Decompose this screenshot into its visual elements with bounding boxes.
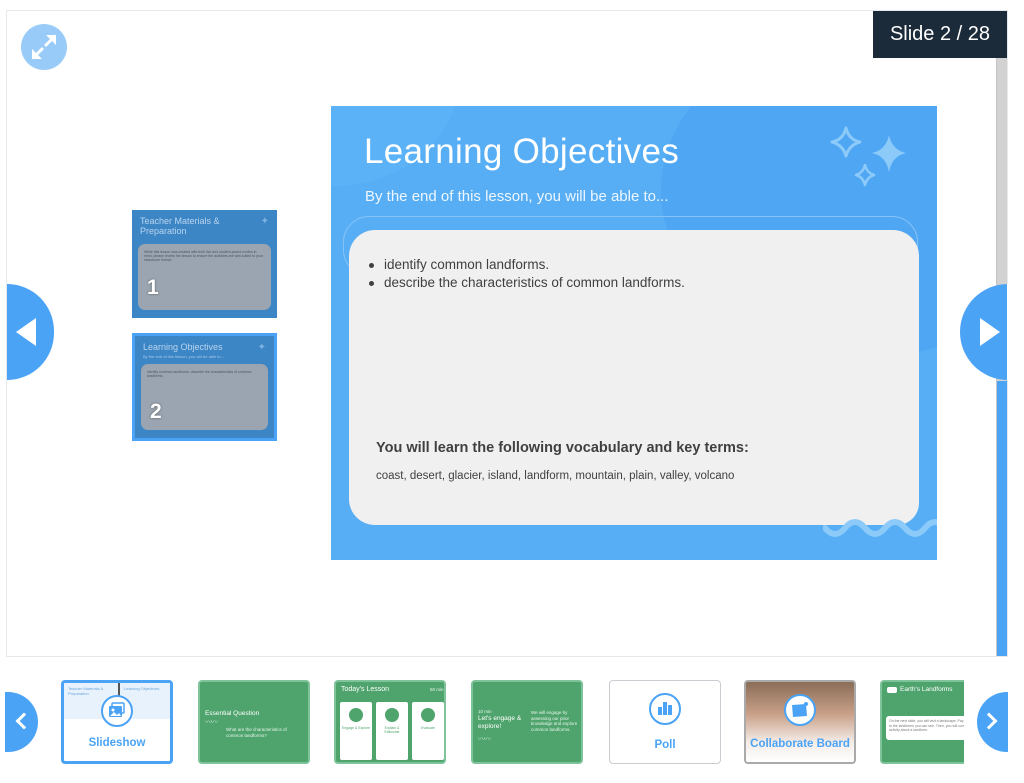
- thumbnail-number: 1: [147, 276, 159, 299]
- vocabulary-terms: coast, desert, glacier, island, landform…: [376, 470, 735, 482]
- board-icon: [784, 694, 816, 726]
- mini-title: Teacher Materials & Preparation: [68, 686, 104, 696]
- image-stack-icon: [101, 695, 133, 727]
- carousel-item-earths-landforms[interactable]: Earth's Landforms On the next slide, you…: [880, 680, 964, 764]
- thumbnail-number: 2: [150, 400, 162, 423]
- carousel-item-slideshow[interactable]: Teacher Materials & Preparation Learning…: [61, 680, 173, 764]
- carousel-item-todays-lesson[interactable]: Today's Lesson 50 min Engage & Explore E…: [334, 680, 446, 764]
- lesson-panel-label: Explain & Elaborate: [384, 726, 400, 734]
- objectives-list: identify common landforms. describe the …: [367, 256, 685, 292]
- thumbnail-title: Learning Objectives: [143, 342, 223, 352]
- engage-icon: [349, 708, 363, 722]
- objective-item: identify common landforms.: [367, 256, 685, 274]
- slide-progress-fill: [997, 380, 1007, 656]
- carousel-slide-text: We will engage by assessing our prior kn…: [531, 710, 578, 732]
- lesson-panel: Explain & Elaborate: [376, 702, 408, 760]
- lesson-panel-label: Engage & Explore: [341, 726, 371, 730]
- bar-chart-icon: [649, 693, 681, 725]
- wave-icon: 〰〰: [205, 719, 218, 726]
- sparkles-icon: [830, 126, 906, 187]
- carousel-slide-title: Let's engage & explore!: [478, 715, 522, 730]
- carousel-slide-duration: 50 min: [430, 687, 444, 692]
- carousel-slide-title: Earth's Landforms: [900, 686, 953, 693]
- carousel-item-collaborate-board[interactable]: Collaborate Board: [744, 680, 856, 764]
- slide-thumbnail-1[interactable]: ✦ Teacher Materials & Preparation While …: [132, 210, 277, 318]
- chevron-left-icon: [15, 712, 33, 730]
- thumbnail-text: While this lesson was created with both …: [144, 250, 263, 262]
- wave-icon: 〰〰: [478, 736, 491, 743]
- mini-title: Learning Objectives: [124, 686, 160, 691]
- thumbnail-title: Teacher Materials & Preparation: [140, 216, 220, 236]
- carousel-item-label: Collaborate Board: [750, 738, 850, 750]
- carousel-slide-text: What are the characteristics of common l…: [226, 727, 287, 738]
- triangle-right-icon: [980, 318, 1000, 346]
- sparkle-icon: ✦: [260, 216, 269, 227]
- thumbnail-text: identify common landforms. describe the …: [147, 370, 252, 378]
- carousel-slide-time: 10 min: [478, 709, 492, 714]
- slide-title: Learning Objectives: [364, 132, 680, 171]
- carousel-item-engage-explore[interactable]: 10 min Let's engage & explore! 〰〰 We wil…: [471, 680, 583, 764]
- current-slide: Learning Objectives By the end of this l…: [331, 106, 937, 560]
- explain-icon: [385, 708, 399, 722]
- sparkle-icon: ✦: [257, 342, 266, 353]
- lesson-panel: Engage & Explore: [340, 702, 372, 760]
- carousel-item-essential-question[interactable]: Essential Question 〰〰 What are the chara…: [198, 680, 310, 764]
- wave-decoration-icon: [823, 519, 937, 537]
- carousel-slide-title: Today's Lesson: [341, 686, 390, 693]
- carousel-slide-text: On the next slide, you will visit a land…: [889, 719, 964, 732]
- evaluate-icon: [421, 708, 435, 722]
- chevron-right-icon: [980, 712, 998, 730]
- carousel-item-poll[interactable]: Poll: [609, 680, 721, 764]
- carousel-item-label: Poll: [654, 739, 676, 751]
- fullscreen-button[interactable]: [21, 24, 67, 70]
- slide-thumbnail-2[interactable]: ✦ Learning Objectives By the end of this…: [132, 333, 277, 441]
- thumbnail-subtitle: By the end of this lesson, you will be a…: [143, 354, 224, 359]
- lesson-panel-label: Evaluate: [421, 726, 435, 730]
- lesson-panel: Evaluate: [412, 702, 444, 760]
- vocabulary-heading: You will learn the following vocabulary …: [376, 440, 749, 456]
- triangle-left-icon: [16, 318, 36, 346]
- slide-counter: Slide 2 / 28: [873, 11, 1007, 58]
- carousel-next-button[interactable]: [977, 692, 1008, 752]
- slide-subtitle: By the end of this lesson, you will be a…: [365, 188, 669, 205]
- carousel-item-label: Slideshow: [88, 737, 146, 749]
- carousel-slide-title: Essential Question: [205, 710, 260, 717]
- carousel-slide-card: On the next slide, you will visit a land…: [886, 716, 964, 740]
- vr-headset-icon: [887, 687, 897, 693]
- objective-item: describe the characteristics of common l…: [367, 274, 685, 292]
- carousel-previous-button[interactable]: [5, 692, 38, 752]
- expand-arrows-icon: [32, 35, 56, 59]
